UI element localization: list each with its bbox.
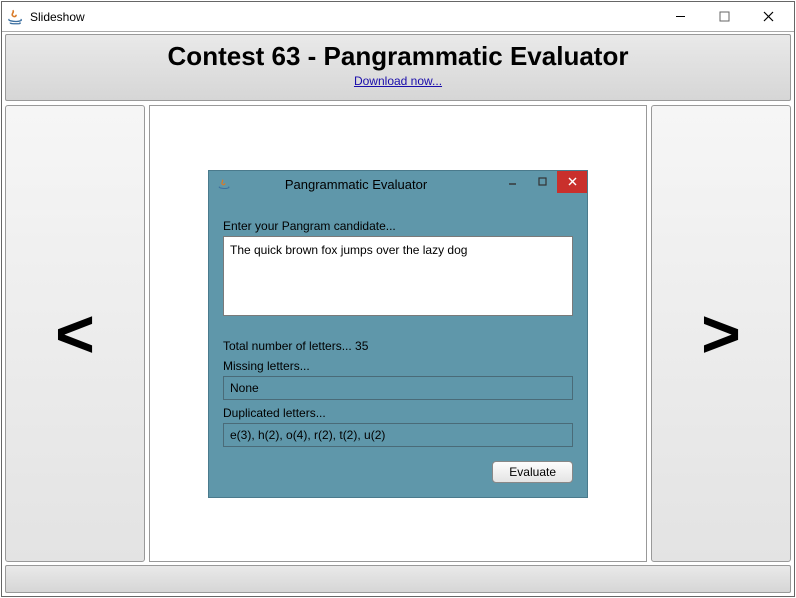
inner-body: Enter your Pangram candidate... Total nu… bbox=[209, 199, 587, 497]
duplicated-letters-field: e(3), h(2), o(4), r(2), t(2), u(2) bbox=[223, 423, 573, 447]
slide-area: Pangrammatic Evaluator bbox=[149, 105, 647, 562]
next-button[interactable]: > bbox=[651, 105, 791, 562]
slideshow-window: Slideshow Contest 63 - Pangrammatic Eval… bbox=[1, 1, 795, 597]
download-link[interactable]: Download now... bbox=[354, 74, 442, 88]
inner-maximize-button[interactable] bbox=[527, 171, 557, 193]
titlebar: Slideshow bbox=[2, 2, 794, 32]
inner-close-button[interactable] bbox=[557, 171, 587, 193]
missing-letters-field: None bbox=[223, 376, 573, 400]
inner-titlebar: Pangrammatic Evaluator bbox=[209, 171, 587, 199]
maximize-button[interactable] bbox=[702, 3, 746, 31]
window-title: Slideshow bbox=[30, 10, 85, 24]
close-button[interactable] bbox=[746, 3, 790, 31]
header-banner: Contest 63 - Pangrammatic Evaluator Down… bbox=[5, 34, 791, 101]
minimize-button[interactable] bbox=[658, 3, 702, 31]
body-row: < Pangrammatic Evaluator bbox=[2, 101, 794, 565]
total-letters-label: Total number of letters... 35 bbox=[223, 339, 573, 353]
missing-letters-label: Missing letters... bbox=[223, 359, 573, 373]
inner-window: Pangrammatic Evaluator bbox=[208, 170, 588, 498]
footer-bar bbox=[5, 565, 791, 593]
inner-window-title: Pangrammatic Evaluator bbox=[235, 177, 497, 192]
page-title: Contest 63 - Pangrammatic Evaluator bbox=[6, 41, 790, 72]
evaluate-button[interactable]: Evaluate bbox=[492, 461, 573, 483]
prev-button[interactable]: < bbox=[5, 105, 145, 562]
pangram-input[interactable] bbox=[223, 236, 573, 316]
duplicated-letters-label: Duplicated letters... bbox=[223, 406, 573, 420]
java-icon bbox=[217, 178, 231, 192]
java-icon bbox=[6, 8, 24, 26]
prompt-label: Enter your Pangram candidate... bbox=[223, 219, 573, 233]
inner-minimize-button[interactable] bbox=[497, 171, 527, 193]
